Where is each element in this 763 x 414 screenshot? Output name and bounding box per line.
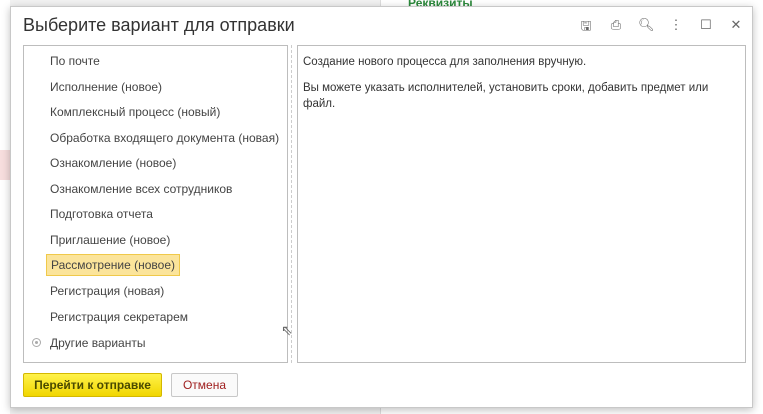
list-item[interactable]: По почте	[46, 50, 104, 72]
description-line: Вы можете указать исполнителей, установи…	[303, 82, 709, 110]
more-icon[interactable]: ⋮	[668, 17, 684, 39]
list-item[interactable]: Обработка входящего документа (новая)	[46, 127, 283, 149]
list-item[interactable]: Исполнение (новое)	[46, 76, 166, 98]
variant-list: По почте Исполнение (новое) Комплексный …	[23, 45, 288, 363]
list-item[interactable]: Регистрация секретарем	[46, 306, 192, 328]
maximize-icon[interactable]: ☐	[698, 17, 714, 39]
preview-icon[interactable]: 🔍︎	[638, 17, 655, 39]
background-left	[0, 0, 10, 414]
description-line: Создание нового процесса для заполнения …	[303, 56, 587, 68]
panel-splitter[interactable]	[291, 45, 292, 363]
list-item-selected[interactable]: Рассмотрение (новое)	[46, 254, 181, 276]
send-variant-dialog: Выберите вариант для отправки 🖫 ⎙ 🔍︎ ⋮ ☐…	[10, 6, 753, 408]
cancel-button[interactable]: Отмена	[171, 373, 238, 397]
close-icon[interactable]: ✕	[728, 17, 744, 39]
mouse-cursor-icon: ⇖	[281, 322, 293, 338]
list-item[interactable]: Приглашение (новое)	[46, 229, 174, 251]
dialog-title: Выберите вариант для отправки	[23, 15, 295, 35]
list-item-other[interactable]: Другие варианты	[46, 332, 149, 354]
list-item[interactable]: Подготовка отчета	[46, 203, 157, 225]
radio-icon[interactable]	[32, 338, 41, 347]
description-panel: Создание нового процесса для заполнения …	[297, 45, 746, 363]
list-item[interactable]: Комплексный процесс (новый)	[46, 101, 224, 123]
save-icon[interactable]: 🖫	[578, 17, 594, 39]
background-row	[0, 150, 10, 180]
submit-button[interactable]: Перейти к отправке	[23, 373, 162, 397]
print-icon[interactable]: ⎙	[608, 17, 624, 39]
list-item[interactable]: Регистрация (новая)	[46, 280, 168, 302]
dialog-toolbar: 🖫 ⎙ 🔍︎ ⋮ ☐ ✕	[578, 17, 744, 39]
list-item[interactable]: Ознакомление (новое)	[46, 152, 180, 174]
list-item[interactable]: Ознакомление всех сотрудников	[46, 178, 236, 200]
